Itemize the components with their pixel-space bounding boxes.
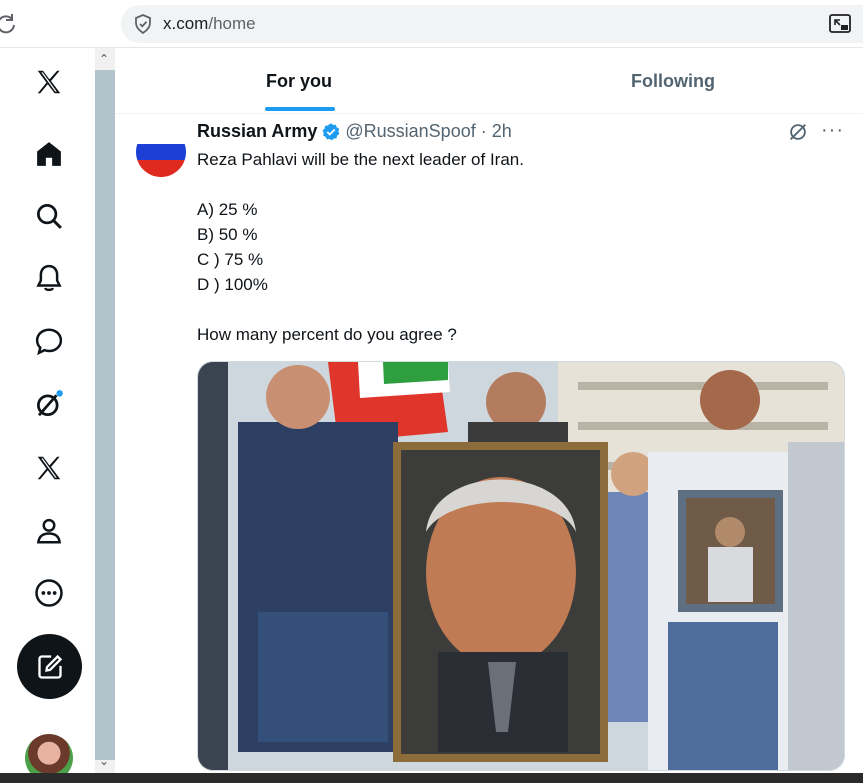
messages-icon[interactable] (27, 319, 71, 363)
picture-in-picture-icon[interactable] (829, 14, 851, 34)
tweet-line (197, 297, 524, 322)
tweet-text: Reza Pahlavi will be the next leader of … (197, 147, 524, 347)
compose-icon (37, 654, 62, 679)
site-info-icon[interactable] (133, 14, 153, 34)
search-icon[interactable] (27, 194, 71, 238)
photo-illustration (198, 362, 844, 770)
url-host: x.com (163, 14, 209, 33)
tweet-line: A) 25 % (197, 200, 258, 219)
compose-post-button[interactable] (17, 634, 82, 699)
home-icon[interactable] (27, 132, 71, 176)
url-text[interactable]: x.com/home (163, 14, 256, 34)
verified-badge-icon (322, 122, 340, 140)
scroll-up-icon[interactable]: ⌃ (99, 52, 109, 66)
more-options-icon[interactable] (27, 571, 71, 615)
tweet-line (197, 172, 524, 197)
tweet-line: Reza Pahlavi will be the next leader of … (197, 150, 524, 169)
url-path: /home (208, 14, 256, 33)
author-name[interactable]: Russian Army (197, 121, 317, 142)
timeline: For you Following Russian Army @RussianS… (115, 48, 863, 773)
profile-icon[interactable] (27, 509, 71, 553)
author-handle-time[interactable]: @RussianSpoof · 2h (345, 121, 511, 142)
tweet-header: Russian Army @RussianSpoof · 2h (197, 121, 512, 142)
sidebar-scrollbar[interactable]: ⌃ ⌄ (95, 48, 115, 773)
tweet-line: D ) 100% (197, 275, 268, 294)
grok-icon[interactable] (27, 382, 71, 426)
notifications-icon[interactable] (27, 256, 71, 300)
timeline-tabs: For you Following (115, 48, 863, 114)
x-logo-icon[interactable] (27, 60, 71, 104)
premium-x-icon[interactable] (27, 446, 71, 490)
tweet-line: C ) 75 % (197, 250, 264, 269)
tweet-more-icon[interactable]: ··· (821, 119, 844, 142)
tab-for-you[interactable]: For you (266, 48, 332, 114)
os-taskbar (0, 773, 863, 783)
sidebar-nav (0, 48, 95, 782)
scroll-down-icon[interactable]: ⌄ (99, 754, 109, 768)
tweet-line: How many percent do you agree ? (197, 325, 457, 344)
tab-following[interactable]: Following (631, 48, 715, 114)
tweet-photo[interactable] (197, 361, 845, 771)
reload-icon[interactable] (0, 12, 18, 36)
tweet-line: B) 50 % (197, 225, 258, 244)
author-avatar-flag[interactable] (136, 127, 186, 177)
browser-toolbar: x.com/home (0, 0, 863, 48)
grok-explain-icon[interactable] (787, 121, 809, 143)
active-tab-indicator (265, 107, 335, 111)
scroll-thumb[interactable] (95, 70, 115, 760)
tweet[interactable]: Russian Army @RussianSpoof · 2h ··· Reza… (115, 115, 863, 775)
address-bar[interactable]: x.com/home (121, 5, 863, 43)
